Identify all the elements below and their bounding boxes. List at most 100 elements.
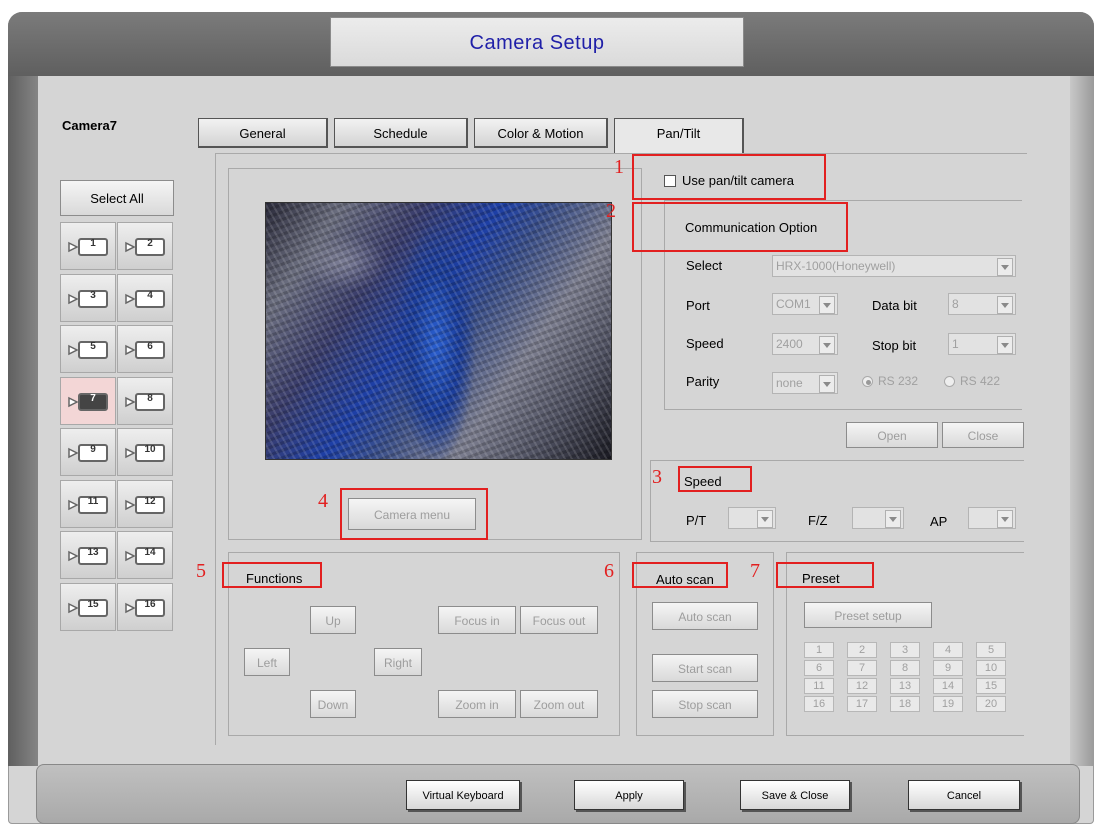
select-label: Select: [686, 258, 723, 273]
chevron-down-icon: [819, 296, 835, 314]
select-all-button[interactable]: Select All: [60, 180, 174, 216]
preset-12-button[interactable]: 12: [847, 678, 877, 694]
camera-9-button[interactable]: 9: [60, 428, 116, 476]
preset-14-button[interactable]: 14: [933, 678, 963, 694]
camera-13-button[interactable]: 13: [60, 531, 116, 579]
apply-button[interactable]: Apply: [574, 780, 684, 810]
camera-number: 3: [90, 289, 96, 301]
rs232-label: RS 232: [878, 374, 919, 388]
cancel-button[interactable]: Cancel: [908, 780, 1020, 810]
save-close-button[interactable]: Save & Close: [740, 780, 850, 810]
ap-dropdown[interactable]: [968, 507, 1016, 529]
select-dropdown[interactable]: HRX-1000(Honeywell): [772, 255, 1016, 277]
select-value: HRX-1000(Honeywell): [776, 259, 896, 273]
open-button[interactable]: Open: [846, 422, 938, 448]
camera-3-button[interactable]: 3: [60, 273, 116, 322]
chevron-down-icon: [997, 258, 1013, 276]
camera-15-button[interactable]: 15: [60, 582, 116, 631]
preset-5-button[interactable]: 5: [976, 642, 1006, 658]
databit-value: 8: [952, 297, 959, 311]
close-button[interactable]: Close: [942, 422, 1024, 448]
preset-setup-button[interactable]: Preset setup: [804, 602, 932, 628]
speed-value: 2400: [776, 337, 803, 351]
preset-16-button[interactable]: 16: [804, 696, 834, 712]
camera-6-button[interactable]: 6: [117, 325, 173, 373]
virtual-keyboard-button[interactable]: Virtual Keyboard: [406, 780, 520, 810]
preset-17-button[interactable]: 17: [847, 696, 877, 712]
rs422-radio[interactable]: RS 422: [944, 374, 1016, 392]
auto-scan-button[interactable]: Auto scan: [652, 602, 758, 630]
stopbit-dropdown[interactable]: 1: [948, 333, 1016, 355]
preset-15-button[interactable]: 15: [976, 678, 1006, 694]
focus-out-button[interactable]: Focus out: [520, 606, 598, 634]
camera-4-button[interactable]: 4: [117, 273, 173, 322]
preset-1-button[interactable]: 1: [804, 642, 834, 658]
camera-7-button[interactable]: 7: [60, 376, 116, 425]
annotation-box-4: [340, 488, 488, 540]
camera-1-button[interactable]: 1: [60, 222, 116, 270]
camera-number: 16: [144, 598, 156, 610]
preset-11-button[interactable]: 11: [804, 678, 834, 694]
preset-13-button[interactable]: 13: [890, 678, 920, 694]
camera-name-label: Camera7: [62, 118, 117, 133]
port-dropdown[interactable]: COM1: [772, 293, 838, 315]
preset-3-button[interactable]: 3: [890, 642, 920, 658]
camera-14-button[interactable]: 14: [117, 531, 173, 579]
preset-7-button[interactable]: 7: [847, 660, 877, 676]
radio-icon: [944, 376, 955, 387]
preset-19-button[interactable]: 19: [933, 696, 963, 712]
fz-label: F/Z: [808, 513, 828, 528]
camera-number: 11: [87, 495, 99, 507]
tab-pan-tilt[interactable]: Pan/Tilt: [614, 118, 744, 154]
camera-8-button[interactable]: 8: [117, 376, 173, 425]
camera-number: 5: [90, 341, 96, 352]
preset-20-button[interactable]: 20: [976, 696, 1006, 712]
pt-dropdown[interactable]: [728, 507, 776, 529]
preset-2-button[interactable]: 2: [847, 642, 877, 658]
annotation-box-6: [632, 562, 728, 588]
camera-10-button[interactable]: 10: [117, 428, 173, 476]
camera-11-button[interactable]: 11: [60, 479, 116, 528]
camera-12-button[interactable]: 12: [117, 479, 173, 528]
camera-5-button[interactable]: 5: [60, 325, 116, 373]
camera-number: 8: [147, 392, 153, 404]
chevron-down-icon: [997, 510, 1013, 528]
tab-color-motion[interactable]: Color & Motion: [474, 118, 608, 148]
chevron-down-icon: [885, 510, 901, 528]
preset-4-button[interactable]: 4: [933, 642, 963, 658]
annotation-number-1: 1: [614, 156, 624, 178]
camera-preview-image: [265, 202, 612, 460]
annotation-box-7: [776, 562, 874, 588]
left-button[interactable]: Left: [244, 648, 290, 676]
speed-dropdown[interactable]: 2400: [772, 333, 838, 355]
focus-in-button[interactable]: Focus in: [438, 606, 516, 634]
fz-dropdown[interactable]: [852, 507, 904, 529]
camera-number: 10: [144, 444, 156, 455]
down-button[interactable]: Down: [310, 690, 356, 718]
camera-16-button[interactable]: 16: [117, 582, 173, 631]
tab-schedule[interactable]: Schedule: [334, 118, 468, 148]
camera-number: 14: [144, 547, 156, 558]
port-value: COM1: [776, 297, 811, 311]
camera-number: 4: [147, 289, 153, 301]
stop-scan-button[interactable]: Stop scan: [652, 690, 758, 718]
camera-number: 12: [144, 495, 156, 507]
annotation-number-6: 6: [604, 560, 614, 582]
preset-8-button[interactable]: 8: [890, 660, 920, 676]
preset-6-button[interactable]: 6: [804, 660, 834, 676]
right-button[interactable]: Right: [374, 648, 422, 676]
chevron-down-icon: [997, 336, 1013, 354]
zoom-in-button[interactable]: Zoom in: [438, 690, 516, 718]
rs232-radio[interactable]: RS 232: [862, 374, 934, 392]
parity-dropdown[interactable]: none: [772, 372, 838, 394]
start-scan-button[interactable]: Start scan: [652, 654, 758, 682]
ap-label: AP: [930, 514, 948, 529]
preset-18-button[interactable]: 18: [890, 696, 920, 712]
preset-10-button[interactable]: 10: [976, 660, 1006, 676]
preset-9-button[interactable]: 9: [933, 660, 963, 676]
databit-dropdown[interactable]: 8: [948, 293, 1016, 315]
up-button[interactable]: Up: [310, 606, 356, 634]
zoom-out-button[interactable]: Zoom out: [520, 690, 598, 718]
tab-general[interactable]: General: [198, 118, 328, 148]
camera-2-button[interactable]: 2: [117, 222, 173, 270]
